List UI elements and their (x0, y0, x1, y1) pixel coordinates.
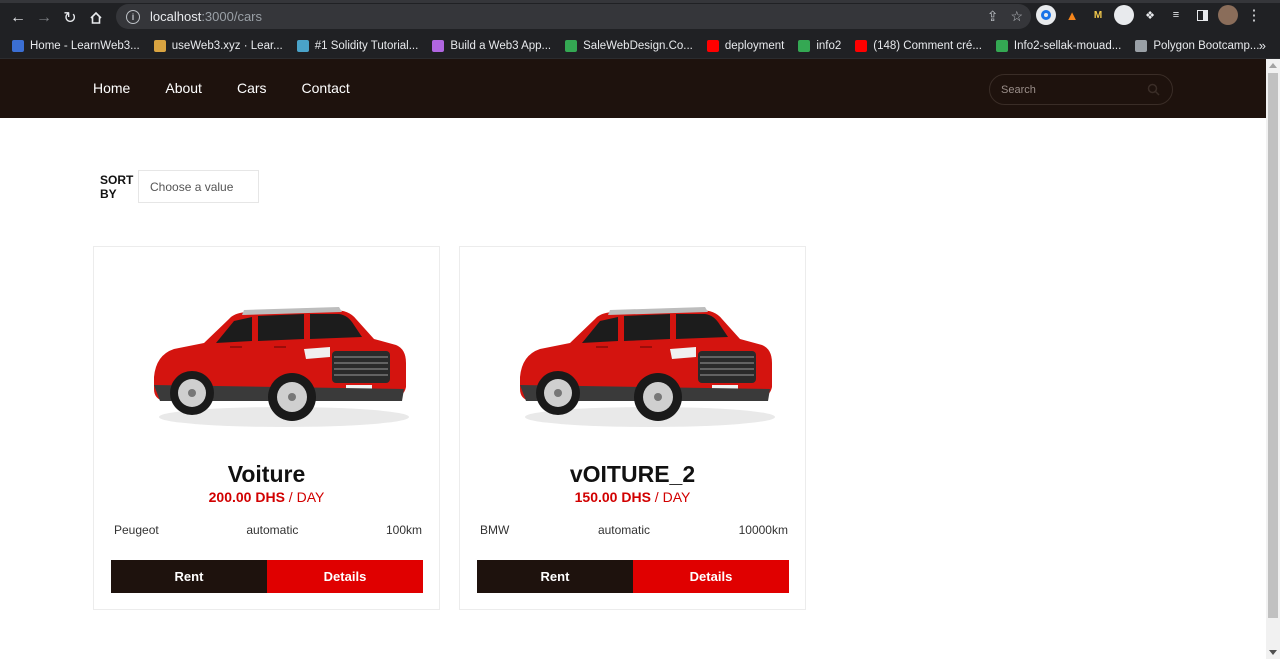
extensions-puzzle-icon[interactable]: ❖ (1140, 5, 1160, 25)
car-name: Voiture (227, 461, 306, 487)
reading-list-icon[interactable]: ≡ (1166, 5, 1186, 25)
share-icon[interactable]: ⇪ (987, 8, 999, 25)
bookmark-item[interactable]: Home - LearnWeb3... (12, 39, 140, 52)
car-price-unit: / DAY (284, 489, 325, 505)
site-navbar: Home About Cars Contact (0, 59, 1266, 118)
car-brand: Peugeot (114, 523, 159, 537)
youtube-icon (706, 39, 719, 52)
bookmark-label: Build a Web3 App... (450, 39, 552, 52)
nav-link-home[interactable]: Home (93, 80, 130, 96)
bookmark-label: Polygon Bootcamp... (1153, 39, 1260, 52)
bookmark-item[interactable]: Polygon Bootcamp... (1135, 39, 1260, 52)
car-image (134, 277, 424, 442)
details-button[interactable]: Details (267, 560, 423, 593)
drive-icon (995, 39, 1008, 52)
metamask-icon[interactable]: ▲ (1062, 5, 1082, 25)
bookmark-item[interactable]: useWeb3.xyz · Lear... (153, 39, 283, 52)
sort-label: SORT BY (100, 172, 134, 201)
sort-control: SORT BY Choose a value (100, 170, 259, 203)
search-input[interactable] (1001, 83, 1141, 96)
youtube-icon (855, 39, 868, 52)
bookmark-item[interactable]: Build a Web3 App... (432, 39, 552, 52)
nav-link-contact[interactable]: Contact (302, 80, 350, 96)
forward-arrow-icon[interactable]: → (31, 5, 57, 31)
car-card: Voiture 200.00 DHS / DAY Peugeot automat… (93, 246, 440, 610)
car-card: vOITURE_2 150.00 DHS / DAY BMW automatic… (459, 246, 806, 610)
bookmark-label: (148) Comment cré... (873, 39, 982, 52)
bookmark-label: deployment (724, 39, 785, 52)
reload-icon[interactable]: ↻ (57, 5, 83, 31)
bookmark-label: useWeb3.xyz · Lear... (171, 39, 283, 52)
car-transmission: automatic (246, 523, 299, 537)
details-button[interactable]: Details (633, 560, 789, 593)
rent-button[interactable]: Rent (111, 560, 267, 593)
bookmark-item[interactable]: SaleWebDesign.Co... (565, 39, 693, 52)
car-price: 200.00 DHS / DAY (94, 489, 439, 505)
card-actions: Rent Details (111, 560, 423, 593)
bookmark-label: info2 (816, 39, 842, 52)
extension-chromium-icon[interactable] (1036, 5, 1056, 25)
polygon-icon (1135, 39, 1148, 52)
car-mileage: 100km (385, 523, 422, 537)
tools-icon (153, 39, 166, 52)
back-arrow-icon[interactable]: ← (5, 5, 31, 31)
card-actions: Rent Details (477, 560, 789, 593)
address-bar[interactable]: i localhost:3000/cars ⇪ ☆ (116, 4, 1031, 29)
unicorn-icon (432, 39, 445, 52)
scroll-up-arrow-icon[interactable] (1269, 63, 1277, 68)
nav-search-box (989, 74, 1173, 105)
scroll-down-arrow-icon[interactable] (1269, 650, 1277, 655)
drive-icon (798, 39, 811, 52)
bookmark-label: Home - LearnWeb3... (30, 39, 140, 52)
nav-link-about[interactable]: About (165, 80, 202, 96)
bookmark-label: #1 Solidity Tutorial... (314, 39, 419, 52)
site-info-icon[interactable]: i (126, 9, 140, 24)
tab-strip (0, 0, 1280, 3)
side-panel-icon[interactable] (1192, 5, 1212, 25)
bookmarks-bar: Home - LearnWeb3... useWeb3.xyz · Lear...… (0, 33, 1280, 59)
page-scrollbar[interactable] (1266, 59, 1280, 659)
car-specs: Peugeot automatic 100km (114, 523, 422, 537)
car-image (500, 277, 790, 442)
bookmark-label: Info2-sellak-mouad... (1013, 39, 1122, 52)
nav-link-cars[interactable]: Cars (237, 80, 267, 96)
url-path: :3000/cars (201, 9, 263, 24)
car-name: vOITURE_2 (569, 461, 696, 487)
extension-circle-icon[interactable] (1114, 5, 1134, 25)
bookmarks-overflow-icon[interactable]: » (1259, 38, 1266, 53)
solidity-icon (296, 39, 309, 52)
drive-icon (565, 39, 578, 52)
browser-menu-icon[interactable]: ⋮ (1244, 5, 1264, 25)
bookmark-item[interactable]: #1 Solidity Tutorial... (296, 39, 419, 52)
car-brand: BMW (480, 523, 510, 537)
profile-avatar[interactable] (1218, 5, 1238, 25)
nav-links: Home About Cars Contact (93, 80, 350, 96)
scroll-thumb[interactable] (1268, 73, 1278, 618)
bookmark-item[interactable]: info2 (798, 39, 842, 52)
car-specs: BMW automatic 10000km (480, 523, 788, 537)
car-price-unit: / DAY (650, 489, 691, 505)
home-icon[interactable] (83, 5, 109, 31)
diamond-icon (12, 39, 24, 52)
search-icon[interactable] (1147, 83, 1160, 101)
car-transmission: automatic (597, 523, 650, 537)
browser-toolbar: ← → ↻ i localhost:3000/cars ⇪ ☆ ▲ M ❖ ≡ … (0, 0, 1280, 33)
bookmark-label: SaleWebDesign.Co... (583, 39, 693, 52)
car-price-amount: 200.00 DHS (208, 489, 285, 505)
bookmark-item[interactable]: Info2-sellak-mouad... (995, 39, 1122, 52)
rent-button[interactable]: Rent (477, 560, 633, 593)
bookmark-star-icon[interactable]: ☆ (1010, 8, 1023, 25)
page: Home About Cars Contact SORT BY Choose a… (0, 59, 1266, 659)
car-mileage: 10000km (738, 523, 788, 537)
bookmark-item[interactable]: deployment (706, 39, 785, 52)
extension-m-icon[interactable]: M (1088, 5, 1108, 25)
car-price-amount: 150.00 DHS (574, 489, 651, 505)
bookmark-item[interactable]: (148) Comment cré... (855, 39, 982, 52)
car-price: 150.00 DHS / DAY (460, 489, 805, 505)
url-host: localhost (150, 9, 202, 24)
sort-select[interactable]: Choose a value (138, 170, 259, 203)
